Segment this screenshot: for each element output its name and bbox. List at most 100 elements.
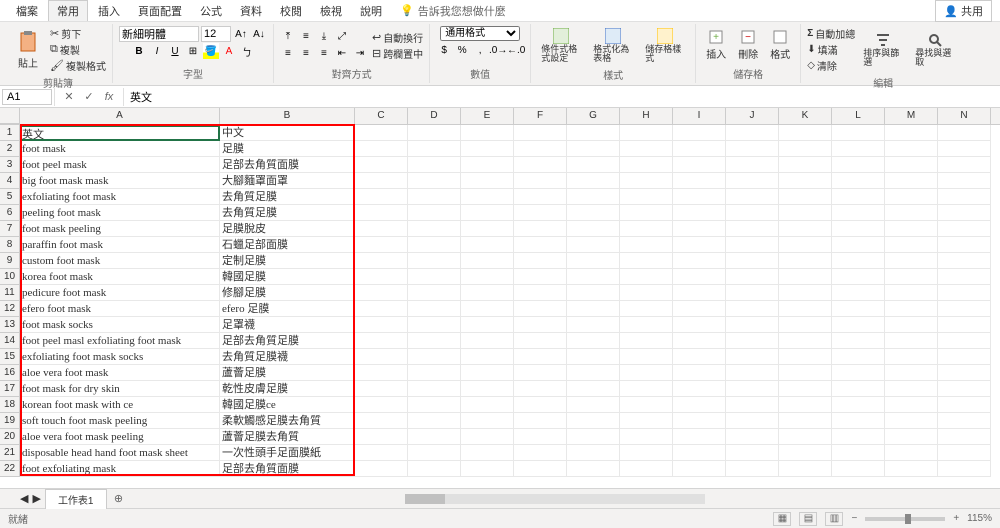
cell-E6[interactable] — [461, 205, 514, 221]
cell-N15[interactable] — [938, 349, 991, 365]
cell-N6[interactable] — [938, 205, 991, 221]
cell-C8[interactable] — [355, 237, 408, 253]
cell-G13[interactable] — [567, 317, 620, 333]
cell-J3[interactable] — [726, 157, 779, 173]
cell-M15[interactable] — [885, 349, 938, 365]
column-header-M[interactable]: M — [885, 108, 938, 124]
cell-K8[interactable] — [779, 237, 832, 253]
cell-L17[interactable] — [832, 381, 885, 397]
cell-B1[interactable]: 中文 — [220, 125, 355, 141]
cell-J21[interactable] — [726, 445, 779, 461]
cell-G1[interactable] — [567, 125, 620, 141]
cell-G14[interactable] — [567, 333, 620, 349]
cell-K18[interactable] — [779, 397, 832, 413]
cell-N3[interactable] — [938, 157, 991, 173]
column-header-B[interactable]: B — [220, 108, 355, 124]
cell-A14[interactable]: foot peel masl exfoliating foot mask — [20, 333, 220, 349]
cell-L3[interactable] — [832, 157, 885, 173]
cell-B3[interactable]: 足部去角質面膜 — [220, 157, 355, 173]
cell-N2[interactable] — [938, 141, 991, 157]
cell-I5[interactable] — [673, 189, 726, 205]
cell-C22[interactable] — [355, 461, 408, 477]
cell-N19[interactable] — [938, 413, 991, 429]
cell-E10[interactable] — [461, 269, 514, 285]
row-header-21[interactable]: 21 — [0, 445, 20, 461]
cell-E22[interactable] — [461, 461, 514, 477]
cell-M12[interactable] — [885, 301, 938, 317]
cell-F7[interactable] — [514, 221, 567, 237]
column-header-C[interactable]: C — [355, 108, 408, 124]
cell-H10[interactable] — [620, 269, 673, 285]
cell-K13[interactable] — [779, 317, 832, 333]
cell-G10[interactable] — [567, 269, 620, 285]
cell-D1[interactable] — [408, 125, 461, 141]
cell-H19[interactable] — [620, 413, 673, 429]
cell-D13[interactable] — [408, 317, 461, 333]
menu-formulas[interactable]: 公式 — [192, 1, 230, 21]
cell-C19[interactable] — [355, 413, 408, 429]
cell-A15[interactable]: exfoliating foot mask socks — [20, 349, 220, 365]
cell-E15[interactable] — [461, 349, 514, 365]
cell-G3[interactable] — [567, 157, 620, 173]
column-header-E[interactable]: E — [461, 108, 514, 124]
cell-L2[interactable] — [832, 141, 885, 157]
row-header-18[interactable]: 18 — [0, 397, 20, 413]
row-header-10[interactable]: 10 — [0, 269, 20, 285]
cell-J17[interactable] — [726, 381, 779, 397]
row-header-16[interactable]: 16 — [0, 365, 20, 381]
cell-H17[interactable] — [620, 381, 673, 397]
fill-color-button[interactable]: 🪣 — [203, 43, 219, 59]
page-break-view-button[interactable]: ▥ — [825, 512, 843, 526]
zoom-in-button[interactable]: + — [953, 513, 959, 524]
row-header-13[interactable]: 13 — [0, 317, 20, 333]
cell-F4[interactable] — [514, 173, 567, 189]
cell-B9[interactable]: 定制足膜 — [220, 253, 355, 269]
cell-H20[interactable] — [620, 429, 673, 445]
cell-J12[interactable] — [726, 301, 779, 317]
cell-D3[interactable] — [408, 157, 461, 173]
cut-button[interactable]: ✂剪下 — [50, 26, 106, 41]
cell-J4[interactable] — [726, 173, 779, 189]
cell-I15[interactable] — [673, 349, 726, 365]
column-header-N[interactable]: N — [938, 108, 991, 124]
cell-G20[interactable] — [567, 429, 620, 445]
cell-D6[interactable] — [408, 205, 461, 221]
cell-F8[interactable] — [514, 237, 567, 253]
cell-I14[interactable] — [673, 333, 726, 349]
cell-M6[interactable] — [885, 205, 938, 221]
indent-dec-button[interactable]: ⇤ — [334, 46, 350, 62]
cell-E12[interactable] — [461, 301, 514, 317]
cell-A18[interactable]: korean foot mask with ce — [20, 397, 220, 413]
cell-J10[interactable] — [726, 269, 779, 285]
cell-G6[interactable] — [567, 205, 620, 221]
cell-C7[interactable] — [355, 221, 408, 237]
cell-J11[interactable] — [726, 285, 779, 301]
cell-K14[interactable] — [779, 333, 832, 349]
cell-K21[interactable] — [779, 445, 832, 461]
tab-prev-button[interactable]: ◀ — [20, 492, 28, 505]
cell-F11[interactable] — [514, 285, 567, 301]
cell-K16[interactable] — [779, 365, 832, 381]
cell-M13[interactable] — [885, 317, 938, 333]
column-header-H[interactable]: H — [620, 108, 673, 124]
row-header-22[interactable]: 22 — [0, 461, 20, 477]
cell-B22[interactable]: 足部去角質面膜 — [220, 461, 355, 477]
align-top-button[interactable]: ⤒ — [280, 29, 296, 45]
cell-I19[interactable] — [673, 413, 726, 429]
cell-F5[interactable] — [514, 189, 567, 205]
cell-C13[interactable] — [355, 317, 408, 333]
cell-B10[interactable]: 韓國足膜 — [220, 269, 355, 285]
cell-L5[interactable] — [832, 189, 885, 205]
cell-D16[interactable] — [408, 365, 461, 381]
cell-J19[interactable] — [726, 413, 779, 429]
tab-next-button[interactable]: ▶ — [32, 492, 40, 505]
column-header-L[interactable]: L — [832, 108, 885, 124]
cell-H15[interactable] — [620, 349, 673, 365]
cell-G16[interactable] — [567, 365, 620, 381]
cell-D2[interactable] — [408, 141, 461, 157]
share-button[interactable]: 👤 共用 — [935, 0, 992, 22]
menu-file[interactable]: 檔案 — [8, 1, 46, 21]
cell-I1[interactable] — [673, 125, 726, 141]
cell-A4[interactable]: big foot mask mask — [20, 173, 220, 189]
cell-E8[interactable] — [461, 237, 514, 253]
